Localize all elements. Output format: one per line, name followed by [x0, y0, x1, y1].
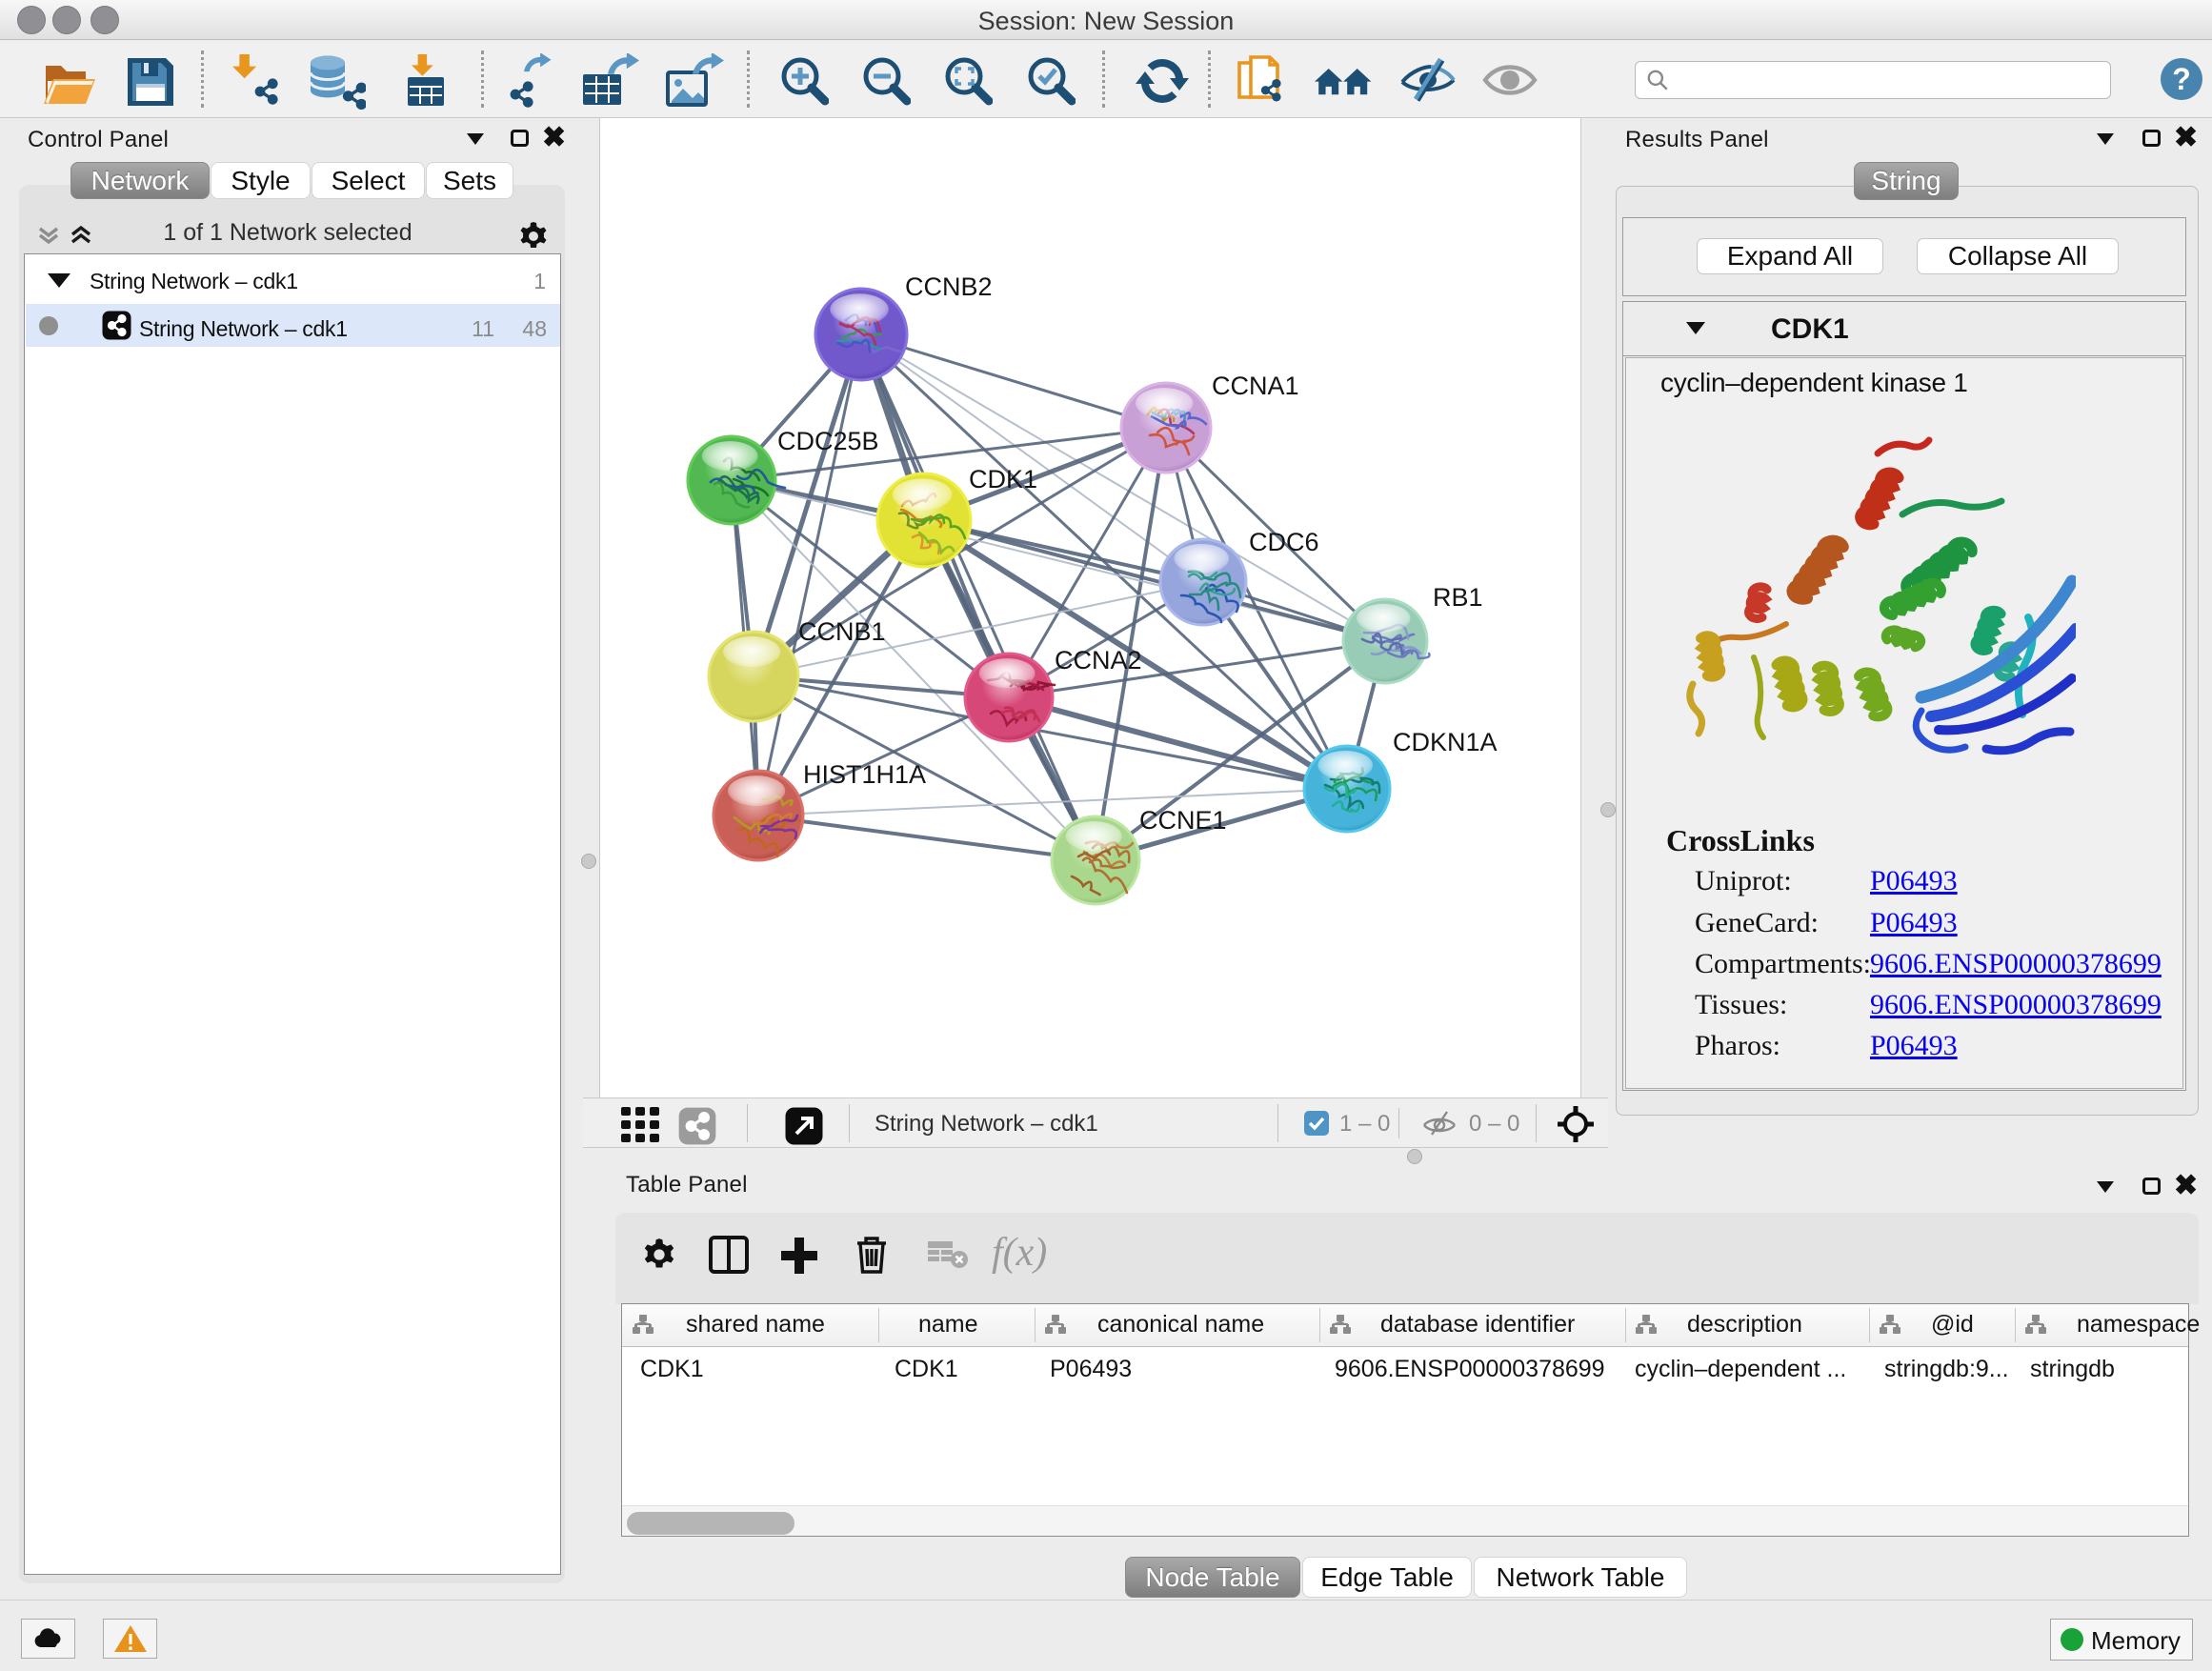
svg-text:HIST1H1A: HIST1H1A [803, 760, 926, 789]
svg-text:CCNB1: CCNB1 [798, 617, 886, 646]
svg-text:CCNB2: CCNB2 [905, 272, 993, 301]
svg-text:RB1: RB1 [1433, 583, 1483, 612]
svg-text:CCNE1: CCNE1 [1139, 806, 1227, 835]
svg-text:?: ? [2172, 62, 2191, 96]
svg-text:CCNA2: CCNA2 [1055, 646, 1142, 674]
svg-text:CCNA1: CCNA1 [1212, 372, 1299, 400]
svg-text:CDK1: CDK1 [969, 465, 1037, 493]
svg-text:CDC25B: CDC25B [777, 427, 879, 455]
svg-text:CDKN1A: CDKN1A [1393, 728, 1498, 756]
svg-text:CDC6: CDC6 [1249, 528, 1319, 556]
